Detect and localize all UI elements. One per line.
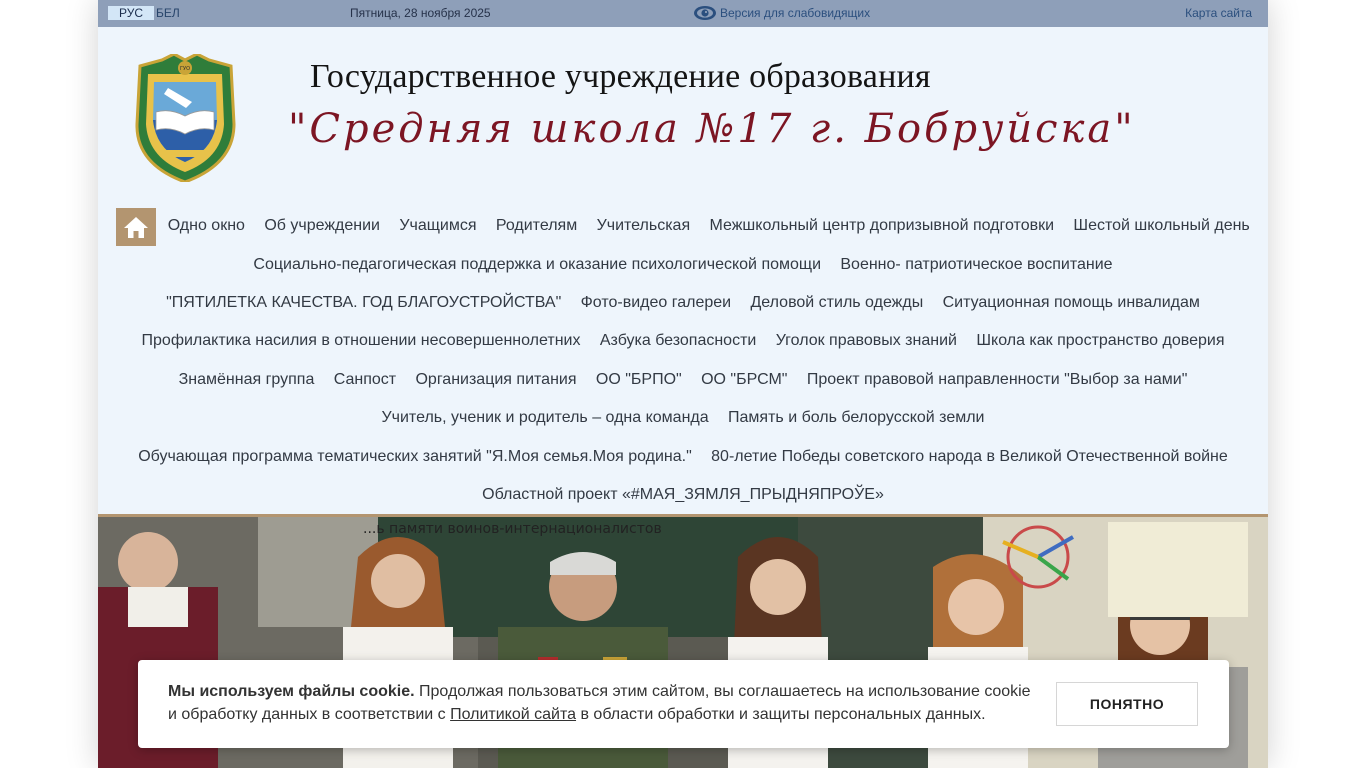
home-icon	[124, 217, 148, 238]
nav-item-parents[interactable]: Родителям	[486, 217, 587, 235]
nav-item-social-support[interactable]: Социально-педагогическая поддержка и ока…	[244, 256, 831, 274]
nav-item-catering[interactable]: Организация питания	[406, 371, 586, 389]
nav-item-pre-military[interactable]: Межшкольный центр допризывной подготовки	[700, 217, 1064, 235]
nav-row: Профилактика насилия в отношении несовер…	[98, 322, 1268, 360]
nav-row: Одно окно Об учреждении Учащимся Родител…	[98, 207, 1268, 245]
nav-row: Областной проект «#МАЯ_ЗЯМЛЯ_ПРЫДНЯПРОЎЕ…	[98, 476, 1268, 514]
nav-item-banner-group[interactable]: Знамённая группа	[169, 371, 324, 389]
nav-item-teachers[interactable]: Учительская	[587, 217, 700, 235]
top-bar: РУС БЕЛ Пятница, 28 ноября 2025 Версия д…	[98, 0, 1268, 27]
nav-item-disability-help[interactable]: Ситуационная помощь инвалидам	[933, 294, 1210, 312]
emblem-text: ГУО	[180, 66, 190, 72]
privacy-policy-link[interactable]: Политикой сайта	[450, 706, 576, 723]
main-navigation: Одно окно Об учреждении Учащимся Родител…	[98, 207, 1268, 514]
nav-item-victory-80[interactable]: 80-летие Победы советского народа в Вели…	[701, 448, 1237, 466]
eye-icon	[694, 6, 716, 20]
nav-item-memory[interactable]: Память и боль белорусской земли	[718, 409, 994, 427]
nav-item-trust-school[interactable]: Школа как пространство доверия	[967, 332, 1235, 350]
cookie-text: Мы используем файлы cookie. Продолжая по…	[168, 680, 1038, 726]
current-date: Пятница, 28 ноября 2025	[350, 6, 491, 20]
cookie-accept-button[interactable]: ПОНЯТНО	[1056, 682, 1198, 726]
poster-text: ...ь памяти воинов-интернационалистов	[363, 521, 662, 537]
nav-item-patriotic[interactable]: Военно- патриотическое воспитание	[831, 256, 1123, 274]
nav-item-gallery[interactable]: Фото-видео галереи	[571, 294, 741, 312]
nav-item-students[interactable]: Учащимся	[390, 217, 487, 235]
nav-item-about[interactable]: Об учреждении	[255, 217, 390, 235]
page: РУС БЕЛ Пятница, 28 ноября 2025 Версия д…	[98, 0, 1268, 768]
org-title-line2: "Средняя школа №17 г. Бобруйска"	[288, 106, 1136, 152]
sitemap-link[interactable]: Карта сайта	[1185, 6, 1252, 20]
nav-item-safety[interactable]: Азбука безопасности	[590, 332, 766, 350]
nav-item-brpo[interactable]: ОО "БРПО"	[586, 371, 691, 389]
nav-row: Социально-педагогическая поддержка и ока…	[98, 245, 1268, 283]
nav-item-legal-corner[interactable]: Уголок правовых знаний	[766, 332, 967, 350]
nav-item-regional-project[interactable]: Областной проект «#МАЯ_ЗЯМЛЯ_ПРЫДНЯПРОЎЕ…	[472, 486, 893, 504]
nav-item-sanpost[interactable]: Санпост	[324, 371, 406, 389]
lang-rus-button[interactable]: РУС	[108, 6, 154, 20]
org-title-line1: Государственное учреждение образования	[310, 58, 931, 95]
nav-item-brsm[interactable]: ОО "БРСМ"	[691, 371, 797, 389]
cookie-heading: Мы используем файлы cookie.	[168, 683, 415, 700]
nav-item-violence-prevention[interactable]: Профилактика насилия в отношении несовер…	[132, 332, 590, 350]
nav-item-sixth-day[interactable]: Шестой школьный день	[1064, 217, 1260, 235]
low-vision-link[interactable]: Версия для слабовидящих	[693, 3, 870, 23]
lang-bel-button[interactable]: БЕЛ	[156, 6, 180, 20]
nav-item-family-program[interactable]: Обучающая программа тематических занятий…	[129, 448, 702, 466]
nav-item-legal-project[interactable]: Проект правовой направленности "Выбор за…	[797, 371, 1197, 389]
nav-row: Учитель, ученик и родитель – одна команд…	[98, 399, 1268, 437]
cookie-text-part2: в области обработки и защиты персональны…	[576, 706, 986, 723]
nav-item-five-year-quality[interactable]: "ПЯТИЛЕТКА КАЧЕСТВА. ГОД БЛАГОУСТРОЙСТВА…	[156, 294, 571, 312]
school-emblem[interactable]: ГУО	[134, 54, 237, 182]
nav-row: Знамённая группа Санпост Организация пит…	[98, 361, 1268, 399]
home-button[interactable]	[116, 208, 156, 246]
nav-item-dress-code[interactable]: Деловой стиль одежды	[741, 294, 933, 312]
nav-row: "ПЯТИЛЕТКА КАЧЕСТВА. ГОД БЛАГОУСТРОЙСТВА…	[98, 284, 1268, 322]
nav-item-one-team[interactable]: Учитель, ученик и родитель – одна команд…	[372, 409, 719, 427]
nav-row: Обучающая программа тематических занятий…	[98, 437, 1268, 475]
low-vision-label: Версия для слабовидящих	[720, 6, 871, 20]
nav-item-one-window[interactable]: Одно окно	[158, 217, 255, 235]
cookie-banner: Мы используем файлы cookie. Продолжая по…	[138, 660, 1229, 748]
